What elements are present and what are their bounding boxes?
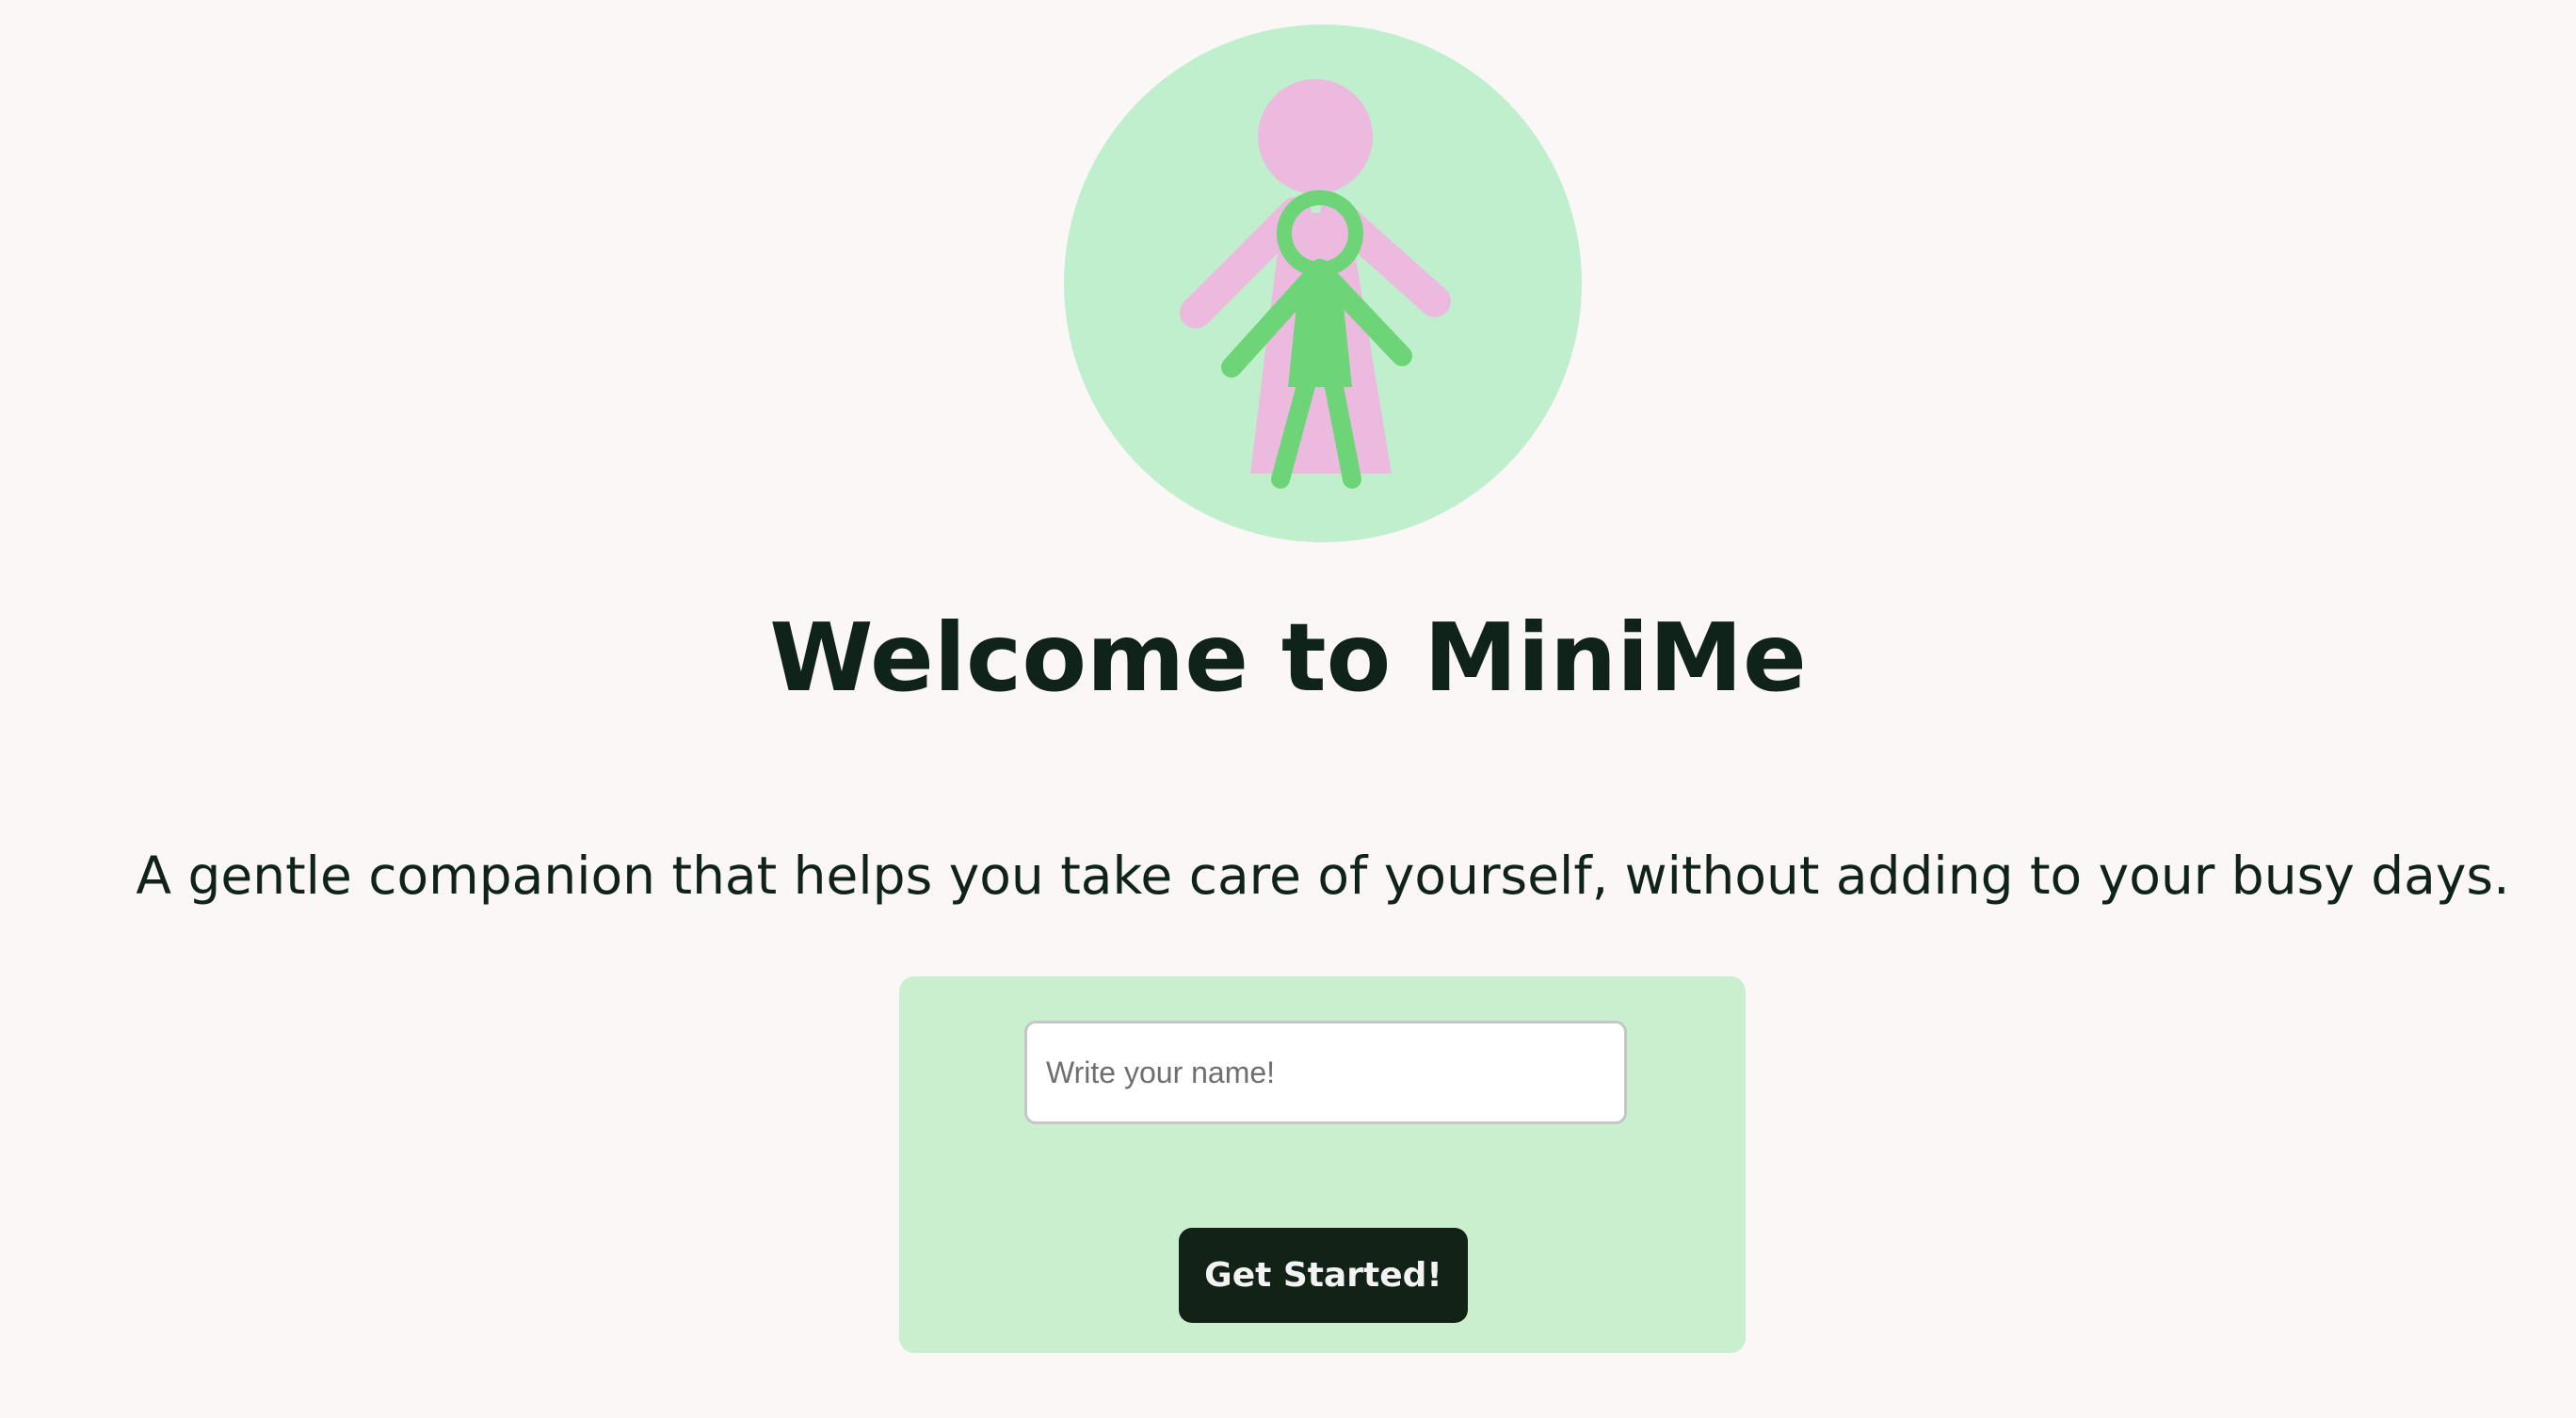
get-started-button[interactable]: Get Started! xyxy=(1179,1228,1468,1323)
page-title: Welcome to MiniMe xyxy=(769,603,1807,713)
welcome-page: Welcome to MiniMe A gentle companion tha… xyxy=(0,0,2576,1418)
name-input[interactable] xyxy=(1024,1021,1627,1124)
name-form-card: Get Started! xyxy=(899,976,1746,1353)
companion-figures-icon xyxy=(1064,24,1582,542)
logo xyxy=(1064,24,1582,542)
page-subtitle: A gentle companion that helps you take c… xyxy=(136,846,2510,906)
